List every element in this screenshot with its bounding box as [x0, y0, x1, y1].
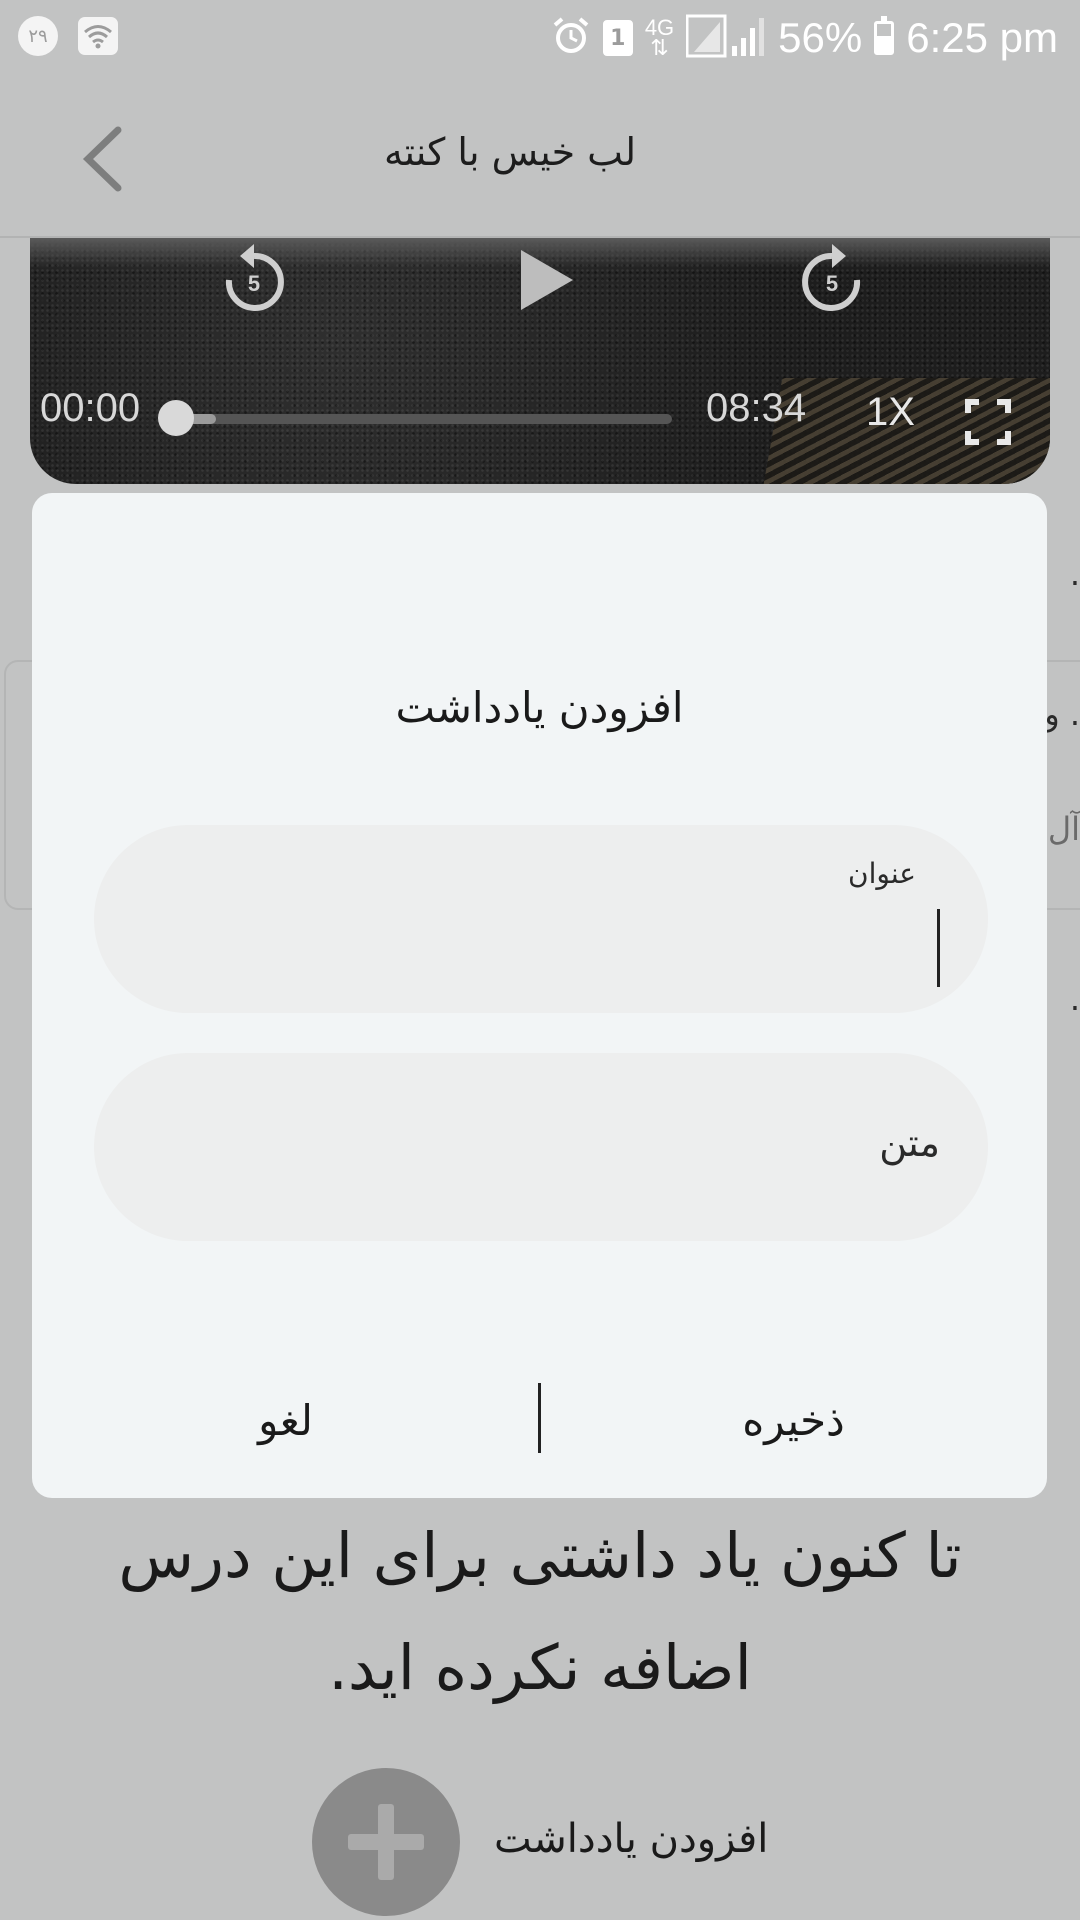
add-note-button[interactable] [312, 1768, 460, 1916]
cancel-button[interactable]: لغو [32, 1373, 539, 1469]
text-cursor [937, 909, 940, 987]
alarm-icon [551, 16, 591, 60]
play-button[interactable] [504, 238, 588, 322]
add-note-label[interactable]: افزودن یادداشت [494, 1816, 768, 1862]
play-icon [521, 250, 573, 310]
add-note-row[interactable]: افزودن یادداشت [312, 1768, 812, 1918]
title-input[interactable] [134, 909, 940, 987]
sim-icon: 1 [602, 20, 633, 56]
forward-5-icon: 5 [802, 244, 861, 311]
save-button[interactable]: ذخیره [540, 1373, 1047, 1469]
rewind-button[interactable]: 5 [214, 238, 294, 322]
background-edge-text: . [1069, 555, 1080, 593]
battery-fill [877, 36, 892, 52]
4g-icon: 4G ⇅ [644, 15, 675, 60]
rewind-seconds: 5 [248, 271, 260, 296]
background-edge-text: آل [1047, 810, 1080, 848]
rewind-5-icon: 5 [225, 244, 284, 311]
signal-icon [685, 14, 766, 62]
status-bar: ۲۹ 1 4G ⇅ 56% 6:25 pm [0, 0, 1080, 78]
add-note-dialog: افزودن یادداشت عنوان متن لغو ذخیره [32, 493, 1047, 1498]
plus-icon [348, 1804, 424, 1880]
background-edge-text: . [1069, 980, 1080, 1018]
seek-thumb[interactable] [158, 400, 194, 436]
forward-seconds: 5 [826, 271, 838, 296]
dialog-title: افزودن یادداشت [395, 683, 684, 732]
text-field-placeholder: متن [879, 1121, 940, 1165]
notification-badge-icon: ۲۹ [18, 16, 58, 56]
fullscreen-icon [965, 399, 1011, 445]
status-bar-left: ۲۹ [18, 16, 118, 56]
video-player[interactable]: 5 5 00:00 08:34 1X [30, 238, 1050, 484]
battery-percent: 56% [778, 14, 863, 61]
forward-button[interactable]: 5 [792, 238, 872, 322]
app-bar: لب خیس با کنته [0, 78, 1080, 238]
background-edge-text: . و [1044, 695, 1080, 733]
current-time: 00:00 [40, 386, 141, 430]
seek-bar[interactable] [176, 414, 672, 424]
title-field-label: عنوان [848, 857, 916, 890]
title-field[interactable]: عنوان [94, 825, 988, 1013]
network-type: 4G [644, 15, 675, 40]
page-title: لب خیس با کنته [383, 130, 637, 174]
text-field[interactable]: متن [94, 1053, 988, 1241]
wifi-icon [78, 17, 118, 55]
playback-speed-button[interactable]: 1X [866, 390, 915, 435]
empty-notes-message: تا کنون یاد داشتی برای این درس اضافه نکر… [118, 1519, 962, 1704]
battery-icon [874, 16, 895, 55]
clock: 6:25 pm [906, 14, 1058, 61]
duration: 08:34 [706, 386, 807, 430]
dialog-actions: لغو ذخیره [32, 1373, 1047, 1469]
status-bar-right: 1 4G ⇅ 56% 6:25 pm [551, 10, 1058, 66]
fullscreen-button[interactable] [960, 394, 1016, 450]
